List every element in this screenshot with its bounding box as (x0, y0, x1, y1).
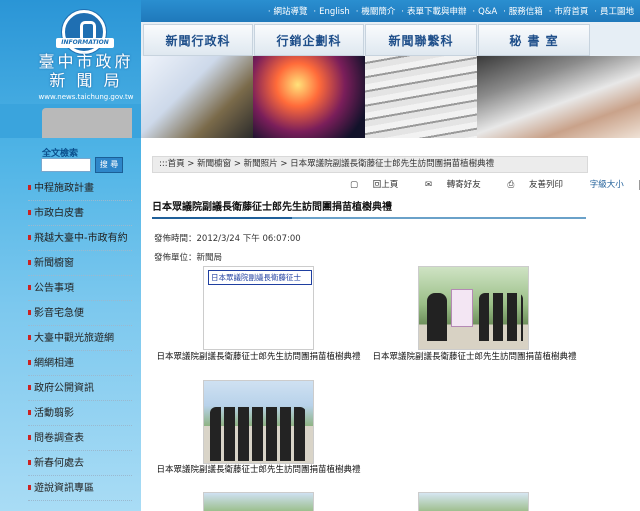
top-links-bar: 網站導覽 English 機關簡介 表單下載與申辦 Q&A 服務信箱 市府首頁 … (141, 0, 640, 22)
email-label: 轉寄好友 (446, 180, 481, 190)
photo-2-group (479, 293, 523, 341)
banner-newspaper-image (365, 56, 477, 138)
print-icon: ⎙ (507, 180, 515, 190)
photo-thumbnail-5[interactable] (418, 492, 529, 511)
photo-1-inner-text: 日本眾議院副議長衛藤征士 (208, 270, 312, 285)
sidebar-item-links[interactable]: 網網相連 (28, 351, 132, 376)
article-title: 日本眾議院副議長衛藤征士郎先生訪問團捐苗植樹典禮 (152, 198, 586, 219)
banner-keyboard-image (477, 56, 640, 138)
photo-2-banner (451, 289, 473, 327)
logo-title-line1: 臺中市政府 (38, 52, 134, 71)
back-button[interactable]: ▢ 回上頁 (350, 180, 410, 190)
page: { "header": { "logo_badge_text": "INFORM… (0, 0, 640, 511)
photo-thumbnail-1[interactable]: 日本眾議院副議長衛藤征士 (203, 266, 314, 350)
email-button[interactable]: ✉ 轉寄好友 (425, 180, 493, 190)
tab-marketing[interactable]: 行銷企劃科 (254, 24, 364, 56)
tab-liaison[interactable]: 新聞聯繫科 (365, 24, 477, 56)
tab-news-admin[interactable]: 新聞行政科 (143, 24, 253, 56)
sidebar-item-survey[interactable]: 問卷調查表 (28, 426, 132, 451)
logo-title-line2: 新 聞 局 (49, 71, 123, 90)
sidebar-item-whitepaper[interactable]: 市政白皮書 (28, 201, 132, 226)
search-input[interactable] (41, 158, 91, 172)
publish-unit: 發佈單位：新聞局 (154, 253, 223, 263)
sidebar-item-plan[interactable]: 中程施政計畫 (28, 176, 132, 201)
article-tools: ▢ 回上頁 ✉ 轉寄好友 ⎙ 友善列印 字級大小小中大 (350, 178, 640, 192)
back-label: 回上頁 (372, 180, 399, 190)
department-tabs: 新聞行政科 行銷企劃科 新聞聯繫科 秘 書 室 (141, 22, 640, 56)
font-size-label: 字級大小 (589, 180, 624, 190)
photo-caption-3[interactable]: 日本眾議院副議長衛藤征士郎先生訪問團捐苗植樹典禮 (156, 464, 361, 476)
photo-thumbnail-4[interactable] (203, 492, 314, 511)
sidebar-item-announcements[interactable]: 公告事項 (28, 276, 132, 301)
logo-badge-text: INFORMATION (56, 38, 114, 48)
sidebar-item-fly-taichung[interactable]: 飛越大臺中-市政有約 (28, 226, 132, 251)
link-qa[interactable]: Q&A (469, 7, 497, 17)
photo-thumbnail-3[interactable] (203, 380, 314, 464)
sidebar-menu: 中程施政計畫 市政白皮書 飛越大臺中-市政有約 新聞櫥窗 公告事項 影音宅急便 … (28, 176, 132, 501)
breadcrumb: :::首頁 > 新聞櫥窗 > 新聞照片 > 日本眾議院副議長衛藤征士郎先生訪問團… (152, 156, 588, 173)
logo-stripe (0, 104, 141, 138)
banner-camera-image (141, 56, 253, 138)
link-mailbox[interactable]: 服務信箱 (500, 7, 543, 17)
email-icon: ✉ (424, 180, 433, 190)
stripe-decoration (42, 108, 132, 138)
header-banner (141, 56, 640, 138)
publish-date: 發佈時間：2012/3/24 下午 06:07:00 (154, 234, 301, 244)
search-box: 全文檢索 搜 尋 (0, 142, 141, 176)
site-logo[interactable]: INFORMATION 臺中市政府 新 聞 局 www.news.taichun… (28, 8, 140, 104)
print-button[interactable]: ⎙ 友善列印 (508, 180, 576, 190)
link-city-home[interactable]: 市府首頁 (546, 7, 589, 17)
sidebar-item-lobbying[interactable]: 遊說資訊專區 (28, 476, 132, 501)
link-english[interactable]: English (310, 7, 349, 17)
photo-caption-1[interactable]: 日本眾議院副議長衛藤征士郎先生訪問團捐苗植樹典禮 (156, 351, 361, 363)
photo-thumbnail-2[interactable] (418, 266, 529, 350)
back-icon: ▢ (350, 180, 359, 190)
sidebar-item-video[interactable]: 影音宅急便 (28, 301, 132, 326)
banner-fireworks-image (253, 56, 365, 138)
sidebar-item-open-info[interactable]: 政府公開資訊 (28, 376, 132, 401)
link-about[interactable]: 機關簡介 (353, 7, 396, 17)
font-size-control: 字級大小小中大 (589, 179, 640, 190)
search-button[interactable]: 搜 尋 (95, 157, 123, 173)
sidebar-item-news-window[interactable]: 新聞櫥窗 (28, 251, 132, 276)
tab-secretariat[interactable]: 秘 書 室 (478, 24, 590, 56)
photo-caption-2[interactable]: 日本眾議院副議長衛藤征士郎先生訪問團捐苗植樹典禮 (372, 351, 577, 363)
sidebar-item-new-year[interactable]: 新春何處去 (28, 451, 132, 476)
link-sitemap[interactable]: 網站導覽 (265, 7, 308, 17)
print-label: 友善列印 (529, 180, 564, 190)
logo-title: 臺中市政府 新 聞 局 (34, 52, 138, 90)
link-staff[interactable]: 員工園地 (591, 7, 634, 17)
photo-3-group (210, 407, 306, 461)
link-forms[interactable]: 表單下載與申辦 (398, 7, 466, 17)
sidebar-item-tourism[interactable]: 大臺中觀光旅遊網 (28, 326, 132, 351)
sidebar-item-events[interactable]: 活動翦影 (28, 401, 132, 426)
photo-2-person (427, 293, 447, 341)
logo-url: www.news.taichung.gov.tw (38, 93, 134, 101)
